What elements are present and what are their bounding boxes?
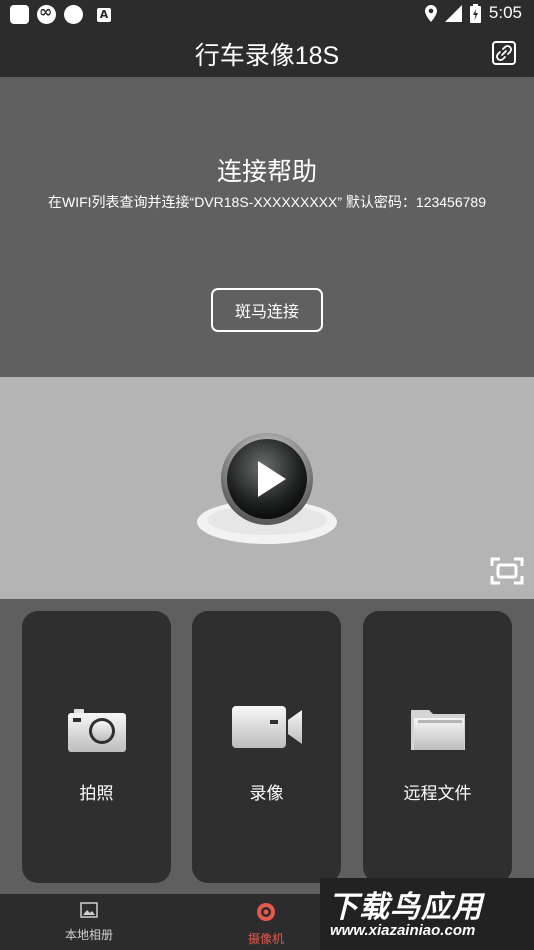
status-bar: A 5:05 bbox=[0, 0, 534, 28]
nav-camera[interactable]: 摄像机 bbox=[216, 902, 316, 947]
watermark: 下载鸟应用 www.xiazainiao.com bbox=[320, 878, 534, 950]
location-icon bbox=[424, 4, 437, 22]
nav-local-album[interactable]: 本地相册 bbox=[39, 902, 139, 943]
photo-label: 拍照 bbox=[79, 784, 114, 804]
battery-icon bbox=[469, 3, 481, 23]
infinity-icon bbox=[37, 2, 56, 24]
app-notification-icon bbox=[10, 5, 29, 24]
record-card[interactable]: 录像 bbox=[192, 611, 341, 883]
camera-lens-icon bbox=[257, 903, 275, 921]
circle-notification-icon bbox=[64, 5, 83, 24]
help-description: 在WIFI列表查询并连接“DVR18S-XXXXXXXXX” 默认密码：1234… bbox=[47, 194, 486, 210]
system-icons: 5:05 bbox=[424, 3, 522, 23]
a-notification-icon: A bbox=[97, 7, 111, 22]
photo-card[interactable]: 拍照 bbox=[22, 611, 171, 883]
page-title: 行车录像18S bbox=[194, 42, 340, 70]
folder-icon bbox=[410, 710, 465, 750]
image-icon bbox=[80, 902, 98, 918]
title-bar: 行车录像18S bbox=[0, 28, 534, 77]
signal-icon bbox=[444, 4, 462, 22]
action-grid: 拍照 录像 远程文件 bbox=[0, 599, 534, 894]
nav-local-album-label: 本地相册 bbox=[64, 928, 113, 942]
help-title: 连接帮助 bbox=[216, 157, 317, 186]
connection-help-panel: 连接帮助 在WIFI列表查询并连接“DVR18S-XXXXXXXXX” 默认密码… bbox=[0, 77, 534, 377]
nav-camera-label: 摄像机 bbox=[247, 932, 284, 946]
notification-icons: A bbox=[10, 2, 111, 24]
watermark-url: www.xiazainiao.com bbox=[330, 922, 476, 939]
link-icon bbox=[496, 45, 512, 61]
remote-files-label: 远程文件 bbox=[403, 784, 472, 804]
record-label: 录像 bbox=[249, 784, 284, 804]
video-camera-icon bbox=[231, 706, 302, 748]
remote-files-card[interactable]: 远程文件 bbox=[363, 611, 512, 883]
clock: 5:05 bbox=[488, 3, 522, 22]
link-button[interactable] bbox=[492, 41, 516, 65]
fullscreen-icon[interactable] bbox=[490, 557, 524, 585]
video-preview bbox=[0, 377, 534, 599]
play-button-icon[interactable] bbox=[195, 432, 340, 547]
connect-button[interactable]: 斑马连接 bbox=[211, 288, 323, 332]
watermark-title: 下载鸟应用 bbox=[328, 890, 483, 925]
camera-icon bbox=[67, 709, 126, 752]
